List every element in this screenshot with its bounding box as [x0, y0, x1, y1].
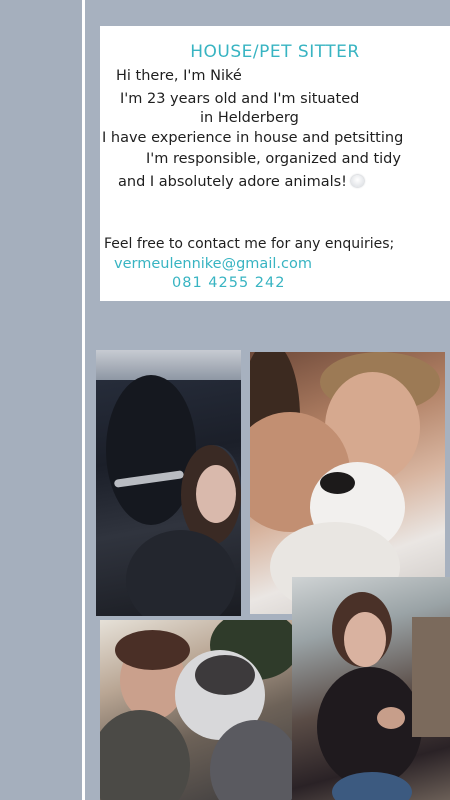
woman-standing-portrait-photo [292, 577, 450, 800]
location-line: in Helderberg [200, 110, 299, 126]
woman-with-dark-dog-photo [96, 350, 241, 616]
card-title: HOUSE/PET SITTER [190, 42, 360, 62]
info-card: HOUSE/PET SITTER Hi there, I'm Niké I'm … [100, 26, 450, 301]
age-line: I'm 23 years old and I'm situated [120, 91, 360, 107]
animals-text: and I absolutely adore animals! [118, 174, 347, 190]
intro-line: Hi there, I'm Niké [116, 68, 242, 84]
white-heart-icon [350, 175, 364, 187]
animals-line: and I absolutely adore animals! [118, 174, 364, 190]
experience-line: I have experience in house and petsittin… [102, 130, 404, 146]
woman-kissing-white-dog-photo [250, 352, 445, 614]
left-divider-line [82, 0, 85, 800]
woman-with-husky-photo [100, 620, 292, 800]
phone-number[interactable]: 081 4255 242 [172, 275, 285, 291]
email-link[interactable]: vermeulennike@gmail.com [114, 256, 312, 272]
traits-line: I'm responsible, organized and tidy [146, 151, 401, 167]
contact-prompt: Feel free to contact me for any enquirie… [104, 236, 395, 252]
left-margin-panel [0, 0, 82, 800]
